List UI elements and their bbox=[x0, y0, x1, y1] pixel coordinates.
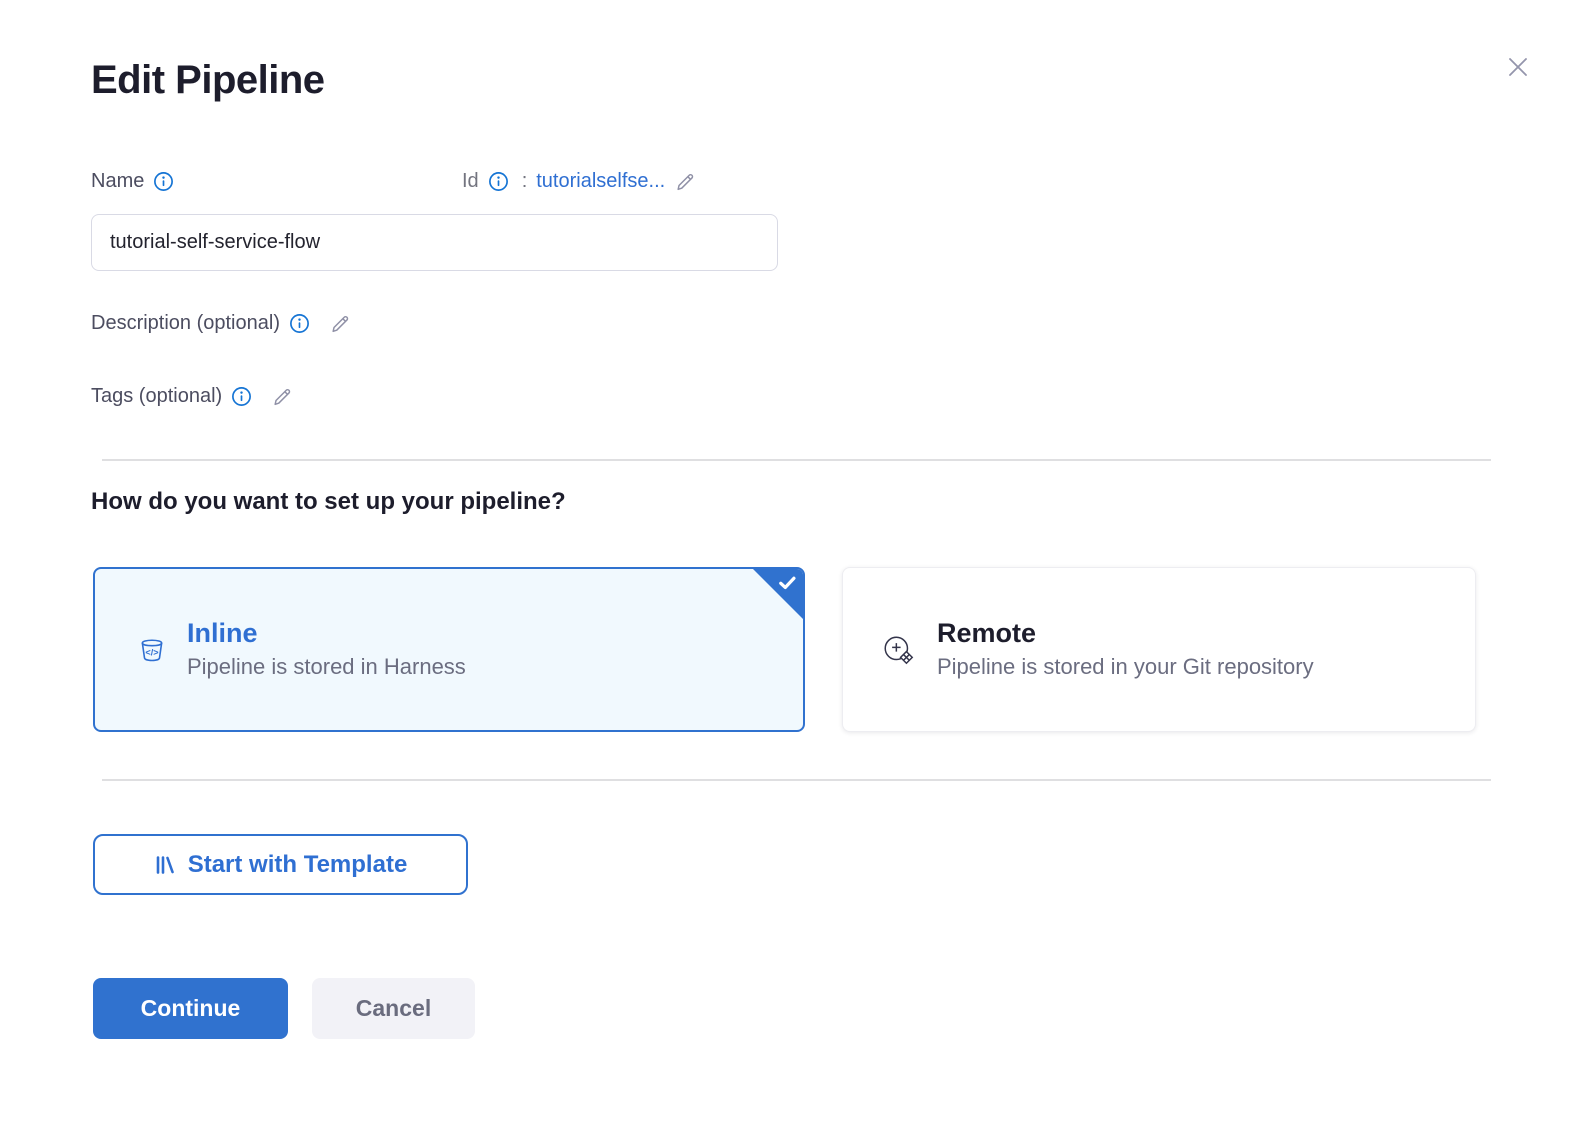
tags-label: Tags (optional) bbox=[91, 385, 222, 408]
option-subtitle: Pipeline is stored in Harness bbox=[187, 654, 466, 680]
remote-git-icon bbox=[881, 632, 917, 668]
edit-pencil-icon[interactable] bbox=[329, 312, 352, 335]
check-icon bbox=[779, 576, 796, 590]
description-row: Description (optional) bbox=[91, 312, 352, 335]
pipeline-id-value[interactable]: tutorialselfse... bbox=[536, 170, 665, 193]
close-icon bbox=[1503, 52, 1533, 82]
edit-pipeline-dialog: Edit Pipeline Name Id : tutorialselfse..… bbox=[0, 0, 1594, 1134]
template-library-icon bbox=[154, 854, 176, 876]
divider bbox=[102, 459, 1491, 461]
close-button[interactable] bbox=[1499, 48, 1537, 86]
svg-text:</>: </> bbox=[145, 647, 158, 657]
option-subtitle: Pipeline is stored in your Git repositor… bbox=[937, 654, 1314, 680]
page-title: Edit Pipeline bbox=[91, 58, 325, 103]
description-label: Description (optional) bbox=[91, 312, 280, 335]
pipeline-name-input[interactable] bbox=[91, 214, 778, 271]
continue-button[interactable]: Continue bbox=[93, 978, 288, 1039]
cancel-button[interactable]: Cancel bbox=[312, 978, 475, 1039]
divider bbox=[102, 779, 1491, 781]
id-colon: : bbox=[522, 170, 528, 193]
option-card-inline[interactable]: </> Inline Pipeline is stored in Harness bbox=[93, 567, 805, 732]
id-label: Id bbox=[462, 170, 479, 193]
option-title: Remote bbox=[937, 619, 1314, 649]
setup-question: How do you want to set up your pipeline? bbox=[91, 488, 566, 516]
info-icon[interactable] bbox=[153, 171, 174, 192]
option-card-remote[interactable]: Remote Pipeline is stored in your Git re… bbox=[842, 567, 1476, 732]
pipeline-id-row: Id : tutorialselfse... bbox=[462, 170, 697, 193]
edit-pencil-icon[interactable] bbox=[674, 170, 697, 193]
name-label-row: Name bbox=[91, 170, 174, 193]
info-icon[interactable] bbox=[231, 386, 252, 407]
edit-pencil-icon[interactable] bbox=[271, 385, 294, 408]
info-icon[interactable] bbox=[488, 171, 509, 192]
option-title: Inline bbox=[187, 619, 466, 649]
name-label: Name bbox=[91, 170, 144, 193]
tags-row: Tags (optional) bbox=[91, 385, 294, 408]
start-with-template-button[interactable]: Start with Template bbox=[93, 834, 468, 895]
start-with-template-label: Start with Template bbox=[188, 851, 408, 879]
inline-bucket-icon: </> bbox=[137, 635, 167, 665]
info-icon[interactable] bbox=[289, 313, 310, 334]
